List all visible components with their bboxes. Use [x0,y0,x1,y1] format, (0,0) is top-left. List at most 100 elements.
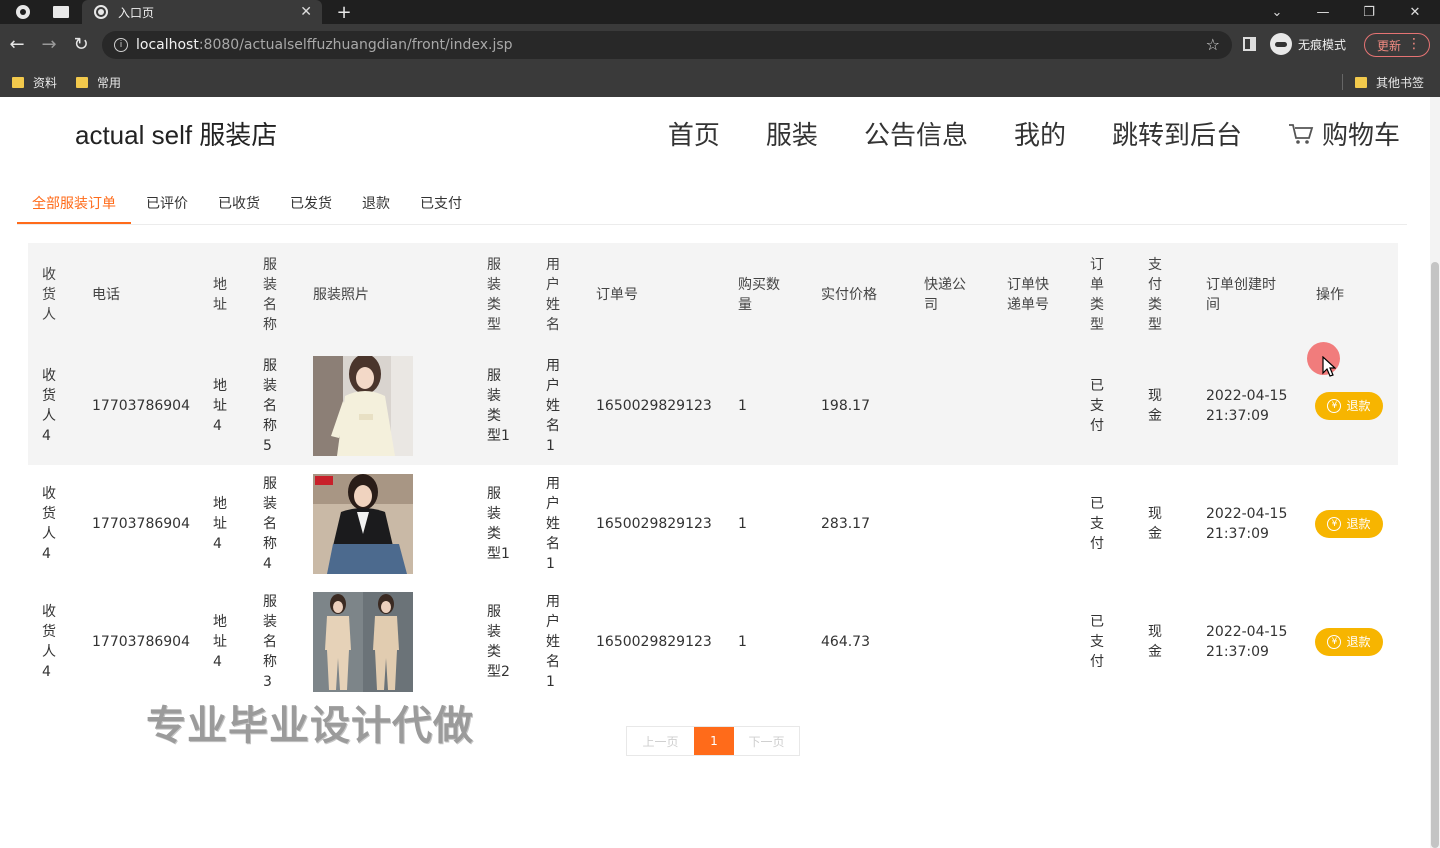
cell-clothing-name: 服装名称5 [263,358,277,454]
cell-created-time: 2022-04-15 21:37:09 [1206,624,1288,660]
cell-phone: 17703786904 [92,516,190,532]
cart-icon [1288,123,1314,144]
col-address: 地址 [213,277,227,313]
tab-paid[interactable]: 已支付 [405,193,477,224]
order-status-tabs: 全部服装订单 已评价 已收货 已发货 退款 已支付 [17,193,1407,225]
tab-received[interactable]: 已收货 [203,193,275,224]
bookmark-star-icon[interactable]: ☆ [1206,35,1220,54]
cell-payment-type: 现金 [1148,388,1162,424]
restore-icon[interactable]: ❐ [1346,0,1392,24]
table-row: 收货人4 17703786904 地址4 服装名称4 服装类型1 用户姓名1 1… [28,465,1398,583]
cell-price: 198.17 [821,398,870,414]
chevron-down-icon[interactable]: ⌄ [1254,0,1300,24]
col-clothing-name: 服装名称 [263,257,277,333]
cell-address: 地址4 [213,378,227,434]
more-vertical-icon: ⋮ [1407,36,1421,52]
close-icon[interactable]: ✕ [300,4,312,20]
yen-icon: ¥ [1327,635,1342,649]
browser-menu-icon[interactable] [14,0,32,24]
new-tab-button[interactable]: + [334,0,354,24]
nav-cart-label: 购物车 [1321,120,1400,150]
prev-page-button[interactable]: 上一页 [627,727,694,755]
cell-actions: ¥ 退款 [1315,465,1385,583]
cell-tracking [1007,465,1053,583]
refund-button[interactable]: ¥ 退款 [1315,628,1383,656]
tab-all-orders[interactable]: 全部服装订单 [17,193,131,224]
site-info-icon[interactable]: i [114,38,128,52]
update-label: 更新 [1377,38,1402,53]
cell-phone: 17703786904 [92,634,190,650]
refund-button[interactable]: ¥ 退款 [1315,392,1383,420]
cell-receiver: 收货人4 [42,486,56,562]
bookmark-folder-materials[interactable]: 资料 [12,72,57,92]
clothing-photo-blazer [313,474,413,574]
nav-announcements[interactable]: 公告信息 [864,115,968,152]
nav-backend[interactable]: 跳转到后台 [1112,115,1242,152]
cell-photo[interactable] [313,347,413,465]
incognito-indicator[interactable]: 无痕模式 [1270,33,1346,55]
window-close-icon[interactable]: ✕ [1392,0,1438,24]
url-bar[interactable]: i localhost :8080/actualselffuzhuangdian… [102,31,1232,59]
tab-overview-icon[interactable] [52,0,70,24]
incognito-label: 无痕模式 [1298,37,1347,52]
bookmark-folder-common[interactable]: 常用 [76,72,121,92]
yen-icon: ¥ [1327,517,1342,531]
bookmark-folder-other[interactable]: 其他书签 [1355,72,1424,92]
cell-receiver: 收货人4 [42,604,56,680]
cell-quantity: 1 [738,398,747,414]
orders-table: 收货人 电话 地址 服装名称 服装照片 服装类型 用户姓名 订单号 购买数量 实… [28,243,1398,701]
cell-price: 283.17 [821,516,870,532]
site-brand[interactable]: actual self 服装店 [75,115,277,152]
cell-phone: 17703786904 [92,398,190,414]
address-toolbar: ← → ↻ i localhost :8080/actualselffuzhua… [0,24,1440,66]
tab-refund[interactable]: 退款 [347,193,405,224]
clothing-photo-dress [313,356,413,456]
cell-username: 用户姓名1 [546,476,560,572]
cell-clothing-name: 服装名称4 [263,476,277,572]
cell-order-type: 已支付 [1090,496,1104,552]
minimize-icon[interactable]: — [1300,0,1346,24]
nav-clothing[interactable]: 服装 [766,115,818,152]
back-arrow-icon[interactable]: ← [6,34,28,56]
folder-icon [1355,76,1367,88]
tab-reviewed[interactable]: 已评价 [131,193,203,224]
next-page-button[interactable]: 下一页 [734,727,799,755]
cell-username: 用户姓名1 [546,594,560,690]
cell-clothing-type: 服装类型1 [487,486,510,562]
cell-clothing-type: 服装类型1 [487,368,510,444]
cell-order-number: 1650029829123 [596,516,712,532]
mouse-pointer-icon [1322,356,1336,377]
cell-receiver: 收货人4 [42,368,56,444]
tab-entry-page[interactable]: 入口页 ✕ [82,0,322,24]
bookmarks-bar: 资料 常用 其他书签 [0,66,1440,97]
col-username: 用户姓名 [546,257,560,333]
bookmark-label: 资料 [33,75,58,90]
side-panel-icon[interactable] [1243,37,1256,51]
globe-icon [94,5,108,19]
forward-arrow-icon[interactable]: → [38,34,60,56]
cell-courier [924,347,970,465]
incognito-icon [1270,33,1292,55]
refund-label: 退款 [1346,399,1371,413]
cell-photo[interactable] [313,583,413,701]
cell-order-type: 已支付 [1090,378,1104,434]
cell-order-type: 已支付 [1090,614,1104,670]
table-row: 收货人4 17703786904 地址4 服装名称3 服装类型2 用户姓名1 1… [28,583,1398,701]
bookmark-divider [1342,74,1343,90]
page-scrollbar[interactable] [1430,97,1440,848]
browser-tab-strip: 入口页 ✕ + ⌄ — ❐ ✕ [0,0,1440,24]
nav-mine[interactable]: 我的 [1014,115,1066,152]
cell-tracking [1007,583,1053,701]
tab-shipped[interactable]: 已发货 [275,193,347,224]
scrollbar-thumb[interactable] [1431,262,1439,848]
refund-label: 退款 [1346,635,1371,649]
current-page-button[interactable]: 1 [694,727,734,755]
reload-icon[interactable]: ↻ [70,34,92,56]
cell-photo[interactable] [313,465,413,583]
nav-cart[interactable]: 购物车 [1288,115,1400,152]
update-button[interactable]: 更新 ⋮ [1364,33,1430,57]
refund-button[interactable]: ¥ 退款 [1315,510,1383,538]
nav-home[interactable]: 首页 [668,115,720,152]
col-actions: 操作 [1316,287,1344,303]
cell-created-time: 2022-04-15 21:37:09 [1206,388,1288,424]
